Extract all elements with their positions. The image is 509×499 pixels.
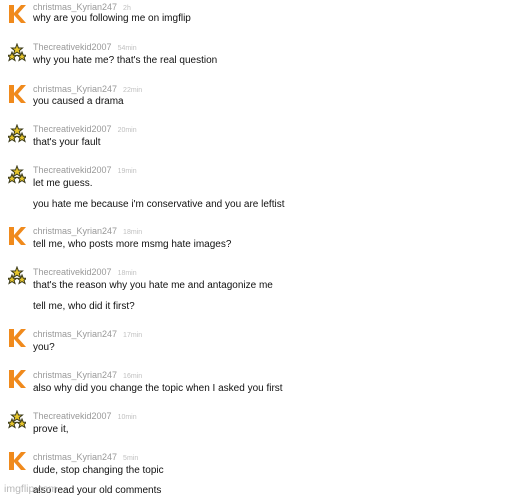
comment-text: you hate me because i'm conservative and…	[33, 199, 285, 210]
comment-text: why you hate me? that's the real questio…	[33, 55, 218, 66]
timestamp: 5min	[123, 455, 139, 462]
comment-text: that's your fault	[33, 137, 101, 148]
comment-text: also why did you change the topic when I…	[33, 383, 283, 394]
username-link[interactable]: Thecreativekid2007	[33, 411, 112, 421]
k-orange-avatar-icon[interactable]	[8, 328, 26, 348]
timestamp: 16min	[123, 373, 143, 380]
username-link[interactable]: Thecreativekid2007	[33, 42, 112, 52]
comment-text: you caused a drama	[33, 96, 124, 107]
comment-text: why are you following me on imgflip	[33, 13, 191, 24]
comment-text: that's the reason why you hate me and an…	[33, 280, 273, 291]
stars-triangle-avatar-icon[interactable]	[8, 124, 26, 144]
k-orange-avatar-icon[interactable]	[8, 84, 26, 104]
comment-text: you?	[33, 342, 55, 353]
timestamp: 18min	[123, 229, 143, 236]
k-orange-avatar-icon[interactable]	[8, 369, 26, 389]
username-link[interactable]: christmas_Kyrian247	[33, 370, 117, 380]
timestamp: 54min	[117, 45, 137, 52]
username-link[interactable]: christmas_Kyrian247	[33, 329, 117, 339]
stars-triangle-avatar-icon[interactable]	[8, 266, 26, 286]
k-orange-avatar-icon[interactable]	[8, 226, 26, 246]
comment-text: tell me, who posts more msmg hate images…	[33, 239, 232, 250]
imgflip-watermark: imgflip.com	[4, 483, 58, 495]
timestamp: 20min	[117, 127, 137, 134]
comment-text: let me guess.	[33, 178, 93, 189]
stars-triangle-avatar-icon[interactable]	[8, 410, 26, 430]
timestamp: 19min	[117, 168, 137, 175]
username-link[interactable]: Thecreativekid2007	[33, 267, 112, 277]
username-link[interactable]: christmas_Kyrian247	[33, 452, 117, 462]
stars-triangle-avatar-icon[interactable]	[8, 165, 26, 185]
timestamp: 2h	[123, 5, 131, 12]
comment-text: tell me, who did it first?	[33, 301, 135, 312]
k-orange-avatar-icon[interactable]	[8, 451, 26, 471]
timestamp: 18min	[117, 270, 137, 277]
comment-text: prove it,	[33, 424, 69, 435]
comment-text: dude, stop changing the topic	[33, 465, 164, 476]
timestamp: 10min	[117, 414, 137, 421]
username-link[interactable]: christmas_Kyrian247	[33, 84, 117, 94]
timestamp: 22min	[123, 87, 143, 94]
k-orange-avatar-icon[interactable]	[8, 4, 26, 24]
username-link[interactable]: christmas_Kyrian247	[33, 226, 117, 236]
username-link[interactable]: christmas_Kyrian247	[33, 2, 117, 12]
username-link[interactable]: Thecreativekid2007	[33, 165, 112, 175]
stars-triangle-avatar-icon[interactable]	[8, 43, 26, 63]
username-link[interactable]: Thecreativekid2007	[33, 124, 112, 134]
timestamp: 17min	[123, 332, 143, 339]
